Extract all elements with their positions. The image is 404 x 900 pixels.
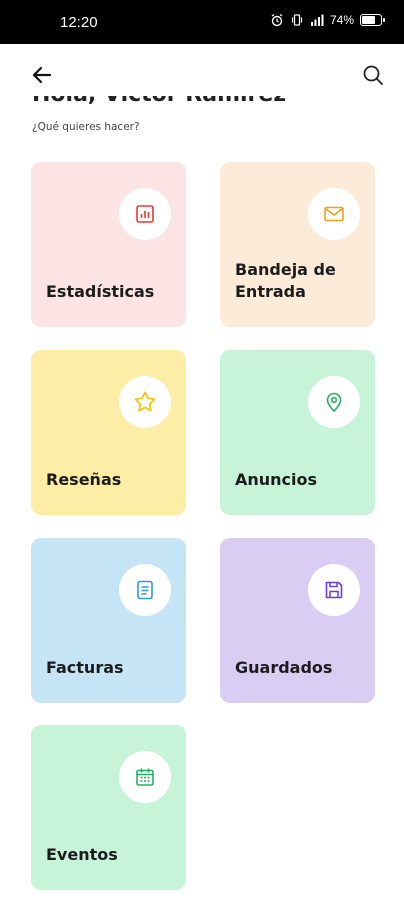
vibrate-icon: [291, 14, 303, 26]
status-icons: 74%: [270, 13, 385, 27]
battery-percent: 74%: [329, 13, 354, 27]
card-label: Guardados: [235, 658, 333, 677]
icon-circle: [119, 751, 171, 803]
card-estadisticas[interactable]: Estadísticas: [31, 162, 186, 327]
alarm-icon: [271, 14, 283, 27]
icon-circle: [308, 376, 360, 428]
card-label: Facturas: [46, 658, 124, 677]
icon-circle: [308, 564, 360, 616]
search-icon[interactable]: [360, 62, 386, 88]
card-label: Eventos: [46, 845, 118, 864]
mail-icon: [324, 206, 344, 222]
card-guardados[interactable]: Guardados: [220, 538, 375, 703]
battery-icon: [360, 14, 385, 26]
page-subtitle: ¿Qué quieres hacer?: [32, 121, 140, 133]
card-label: Estadísticas: [46, 282, 155, 301]
card-facturas[interactable]: Facturas: [31, 538, 186, 703]
star-icon: [134, 391, 156, 412]
status-time: 12:20: [60, 14, 98, 31]
signal-icon: [310, 14, 324, 26]
card-resenas[interactable]: Reseñas: [31, 350, 186, 515]
card-label: Reseñas: [46, 470, 122, 489]
card-label: Bandeja de Entrada: [235, 260, 336, 301]
icon-circle: [119, 564, 171, 616]
card-bandeja-de-entrada[interactable]: Bandeja de Entrada: [220, 162, 375, 327]
card-anuncios[interactable]: Anuncios: [220, 350, 375, 515]
status-bar: 12:20 74%: [0, 0, 404, 44]
back-arrow-icon[interactable]: [28, 61, 56, 89]
bar-chart-icon: [136, 205, 154, 223]
card-label: Anuncios: [235, 470, 318, 489]
icon-circle: [308, 188, 360, 240]
card-eventos[interactable]: Eventos: [31, 725, 186, 890]
save-icon: [325, 581, 343, 599]
icon-circle: [119, 188, 171, 240]
calendar-icon: [136, 768, 154, 786]
icon-circle: [119, 376, 171, 428]
battery-fill: [362, 16, 375, 24]
location-pin-icon: [326, 392, 342, 413]
invoice-icon: [137, 580, 153, 600]
